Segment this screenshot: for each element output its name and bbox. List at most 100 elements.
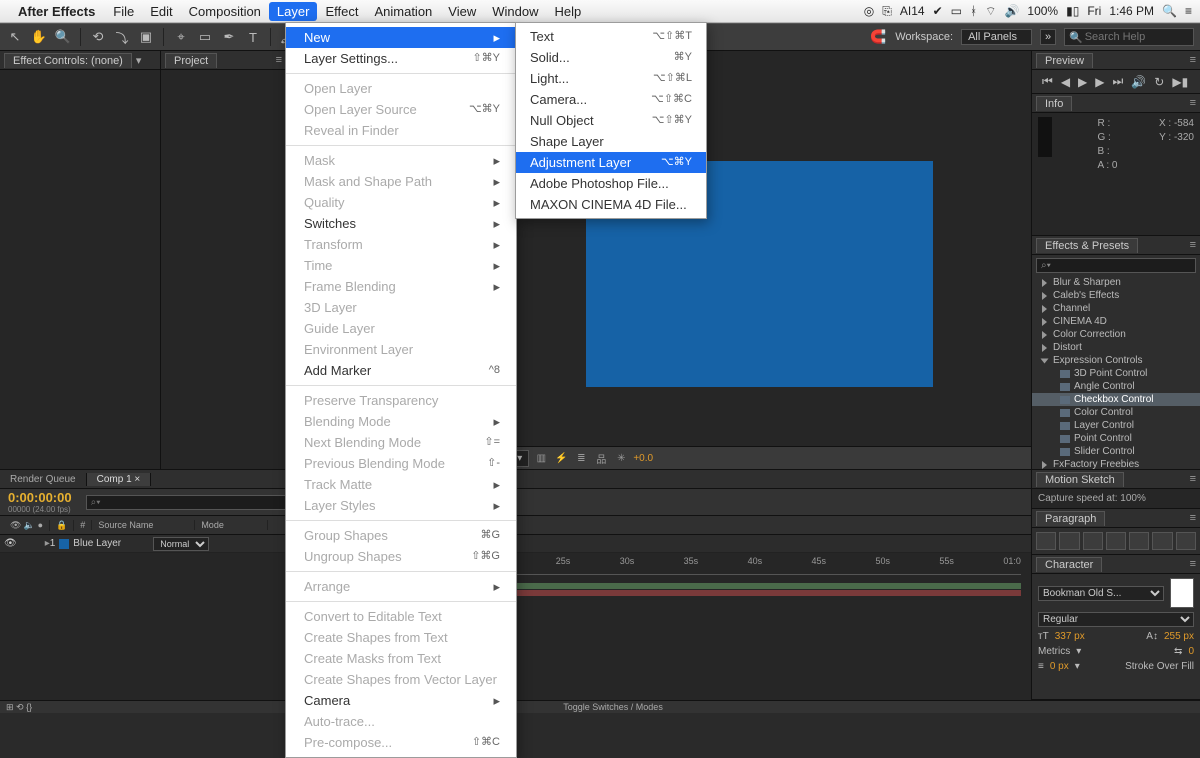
pixel-aspect-icon[interactable]: ▥ — [533, 453, 549, 464]
orbit-tool[interactable]: ⟲ — [89, 28, 107, 46]
info-menu-icon[interactable]: ≡ — [1190, 97, 1196, 109]
tab-motion-sketch[interactable]: Motion Sketch — [1036, 472, 1124, 487]
new-submenu-shape-layer[interactable]: Shape Layer — [516, 131, 706, 152]
volume-icon[interactable]: 🔊 — [1004, 4, 1019, 18]
anchor-tool[interactable]: ⌖ — [172, 28, 190, 46]
layer-menu-add-marker[interactable]: Add Marker^8 — [286, 360, 516, 381]
justify-left-button[interactable] — [1106, 532, 1126, 550]
fast-preview-icon[interactable]: ⚡ — [553, 453, 569, 464]
new-submenu-light-[interactable]: Light...⌥⇧⌘L — [516, 68, 706, 89]
new-submenu-camera-[interactable]: Camera...⌥⇧⌘C — [516, 89, 706, 110]
last-frame-button[interactable]: ⏭ — [1113, 74, 1124, 89]
menu-layer[interactable]: Layer — [269, 2, 318, 21]
workspace-select[interactable]: All Panels — [961, 29, 1032, 45]
fx-cat-distort[interactable]: Distort — [1032, 341, 1200, 354]
loop-button[interactable]: ↻ — [1154, 75, 1164, 89]
fx-cat-color-correction[interactable]: Color Correction — [1032, 328, 1200, 341]
prev-frame-button[interactable]: ◀ — [1061, 75, 1070, 89]
new-submenu-adjustment-layer[interactable]: Adjustment Layer⌥⌘Y — [516, 152, 706, 173]
fx-item-layer-control[interactable]: Layer Control — [1032, 419, 1200, 432]
fx-item-point-control[interactable]: Point Control — [1032, 432, 1200, 445]
layer-menu-new[interactable]: New▸ — [286, 27, 516, 48]
fx-cat-blur-sharpen[interactable]: Blur & Sharpen — [1032, 276, 1200, 289]
layer-name[interactable]: Blue Layer — [73, 538, 153, 549]
toggle-shy-icon[interactable]: ⊞ ⟲ {} — [6, 702, 32, 713]
leading-value[interactable]: 255 px — [1164, 631, 1194, 642]
fx-cat-caleb-s-effects[interactable]: Caleb's Effects — [1032, 289, 1200, 302]
align-right-button[interactable] — [1083, 532, 1103, 550]
effects-tree[interactable]: Blur & SharpenCaleb's EffectsChannelCINE… — [1032, 276, 1200, 484]
font-style-select[interactable]: Regular — [1038, 612, 1194, 627]
layer-menu-dropdown[interactable]: New▸Layer Settings...⇧⌘YOpen LayerOpen L… — [285, 22, 517, 758]
tab-overflow[interactable]: ▾ — [136, 54, 142, 67]
layer-new-submenu[interactable]: Text⌥⇧⌘TSolid...⌘YLight...⌥⇧⌘LCamera...⌥… — [515, 22, 707, 219]
rotate-tool[interactable]: ⤵ — [113, 28, 131, 46]
menu-edit[interactable]: Edit — [142, 2, 180, 21]
tab-effect-controls[interactable]: Effect Controls: (none) — [4, 53, 132, 68]
pen-tool[interactable]: ✒ — [220, 28, 238, 46]
text-fill-swatch[interactable] — [1170, 578, 1194, 608]
tab-project[interactable]: Project — [165, 53, 217, 68]
align-center-button[interactable] — [1059, 532, 1079, 550]
tab-render-queue[interactable]: Render Queue — [0, 473, 87, 486]
effects-search[interactable]: ⌕▾ — [1036, 258, 1196, 273]
menu-extra-icon[interactable]: ≡ — [1185, 4, 1192, 18]
new-submenu-solid-[interactable]: Solid...⌘Y — [516, 47, 706, 68]
spotlight-icon[interactable]: 🔍 — [1162, 4, 1177, 18]
tracking-value[interactable]: 0 — [1188, 646, 1194, 657]
tab-paragraph[interactable]: Paragraph — [1036, 511, 1105, 526]
bluetooth-icon[interactable]: ᚼ — [970, 4, 977, 18]
help-search[interactable]: 🔍 — [1064, 28, 1194, 46]
wifi-icon[interactable]: ⌔ — [985, 4, 996, 19]
display-icon[interactable]: ▭ — [951, 4, 962, 18]
next-frame-button[interactable]: ▶ — [1095, 75, 1104, 89]
new-submenu-maxon-cinema-4d-file-[interactable]: MAXON CINEMA 4D File... — [516, 194, 706, 215]
font-size-value[interactable]: 337 px — [1055, 631, 1085, 642]
menu-composition[interactable]: Composition — [181, 2, 269, 21]
tab-comp1[interactable]: Comp 1 × — [87, 473, 152, 486]
zoom-tool[interactable]: 🔍 — [54, 28, 72, 46]
layer-menu-switches[interactable]: Switches▸ — [286, 213, 516, 234]
fx-item-slider-control[interactable]: Slider Control — [1032, 445, 1200, 458]
ai-icon[interactable]: AI 14 — [900, 4, 925, 18]
ram-preview-button[interactable]: ▶▮ — [1172, 75, 1188, 89]
justify-all-button[interactable] — [1176, 532, 1196, 550]
menu-animation[interactable]: Animation — [366, 2, 440, 21]
new-submenu-adobe-photoshop-file-[interactable]: Adobe Photoshop File... — [516, 173, 706, 194]
fx-cat-channel[interactable]: Channel — [1032, 302, 1200, 315]
comp-flow-icon[interactable]: 品 — [593, 451, 609, 466]
audio-button[interactable]: 🔊 — [1131, 75, 1146, 89]
fx-item-3d-point-control[interactable]: 3D Point Control — [1032, 367, 1200, 380]
shape-tool[interactable]: ▭ — [196, 28, 214, 46]
hand-tool[interactable]: ✋ — [30, 28, 48, 46]
camera-tool[interactable]: ▣ — [137, 28, 155, 46]
menu-file[interactable]: File — [105, 2, 142, 21]
fx-item-checkbox-control[interactable]: Checkbox Control — [1032, 393, 1200, 406]
blend-mode-select[interactable]: Normal — [153, 537, 209, 551]
play-button[interactable]: ▶ — [1078, 75, 1087, 89]
tab-character[interactable]: Character — [1036, 557, 1102, 572]
fx-cat-expression-controls[interactable]: Expression Controls — [1032, 354, 1200, 367]
exposure-value[interactable]: +0.0 — [633, 453, 653, 464]
justify-right-button[interactable] — [1152, 532, 1172, 550]
tab-effects[interactable]: Effects & Presets — [1036, 238, 1138, 253]
preview-menu-icon[interactable]: ≡ — [1190, 54, 1196, 66]
timeline-icon[interactable]: ≣ — [573, 453, 589, 464]
tab-info[interactable]: Info — [1036, 96, 1072, 111]
fx-item-angle-control[interactable]: Angle Control — [1032, 380, 1200, 393]
menu-help[interactable]: Help — [546, 2, 589, 21]
sync-icon[interactable]: ✔ — [933, 4, 943, 18]
panel-menu-icon[interactable]: ≡ — [276, 54, 282, 66]
battery-icon[interactable]: ▮▯ — [1066, 4, 1079, 18]
tab-preview[interactable]: Preview — [1036, 53, 1093, 68]
visibility-toggle[interactable]: 👁 — [4, 538, 17, 549]
toggle-switches-button[interactable]: Toggle Switches / Modes — [563, 702, 663, 712]
menu-effect[interactable]: Effect — [317, 2, 366, 21]
fx-item-color-control[interactable]: Color Control — [1032, 406, 1200, 419]
text-tool[interactable]: T — [244, 28, 262, 46]
effects-menu-icon[interactable]: ≡ — [1190, 239, 1196, 251]
layer-menu-layer-settings-[interactable]: Layer Settings...⇧⌘Y — [286, 48, 516, 69]
exposure-reset-icon[interactable]: ✳ — [613, 453, 629, 464]
selection-tool[interactable]: ↖ — [6, 28, 24, 46]
stroke-order-select[interactable]: Stroke Over Fill — [1125, 661, 1194, 672]
